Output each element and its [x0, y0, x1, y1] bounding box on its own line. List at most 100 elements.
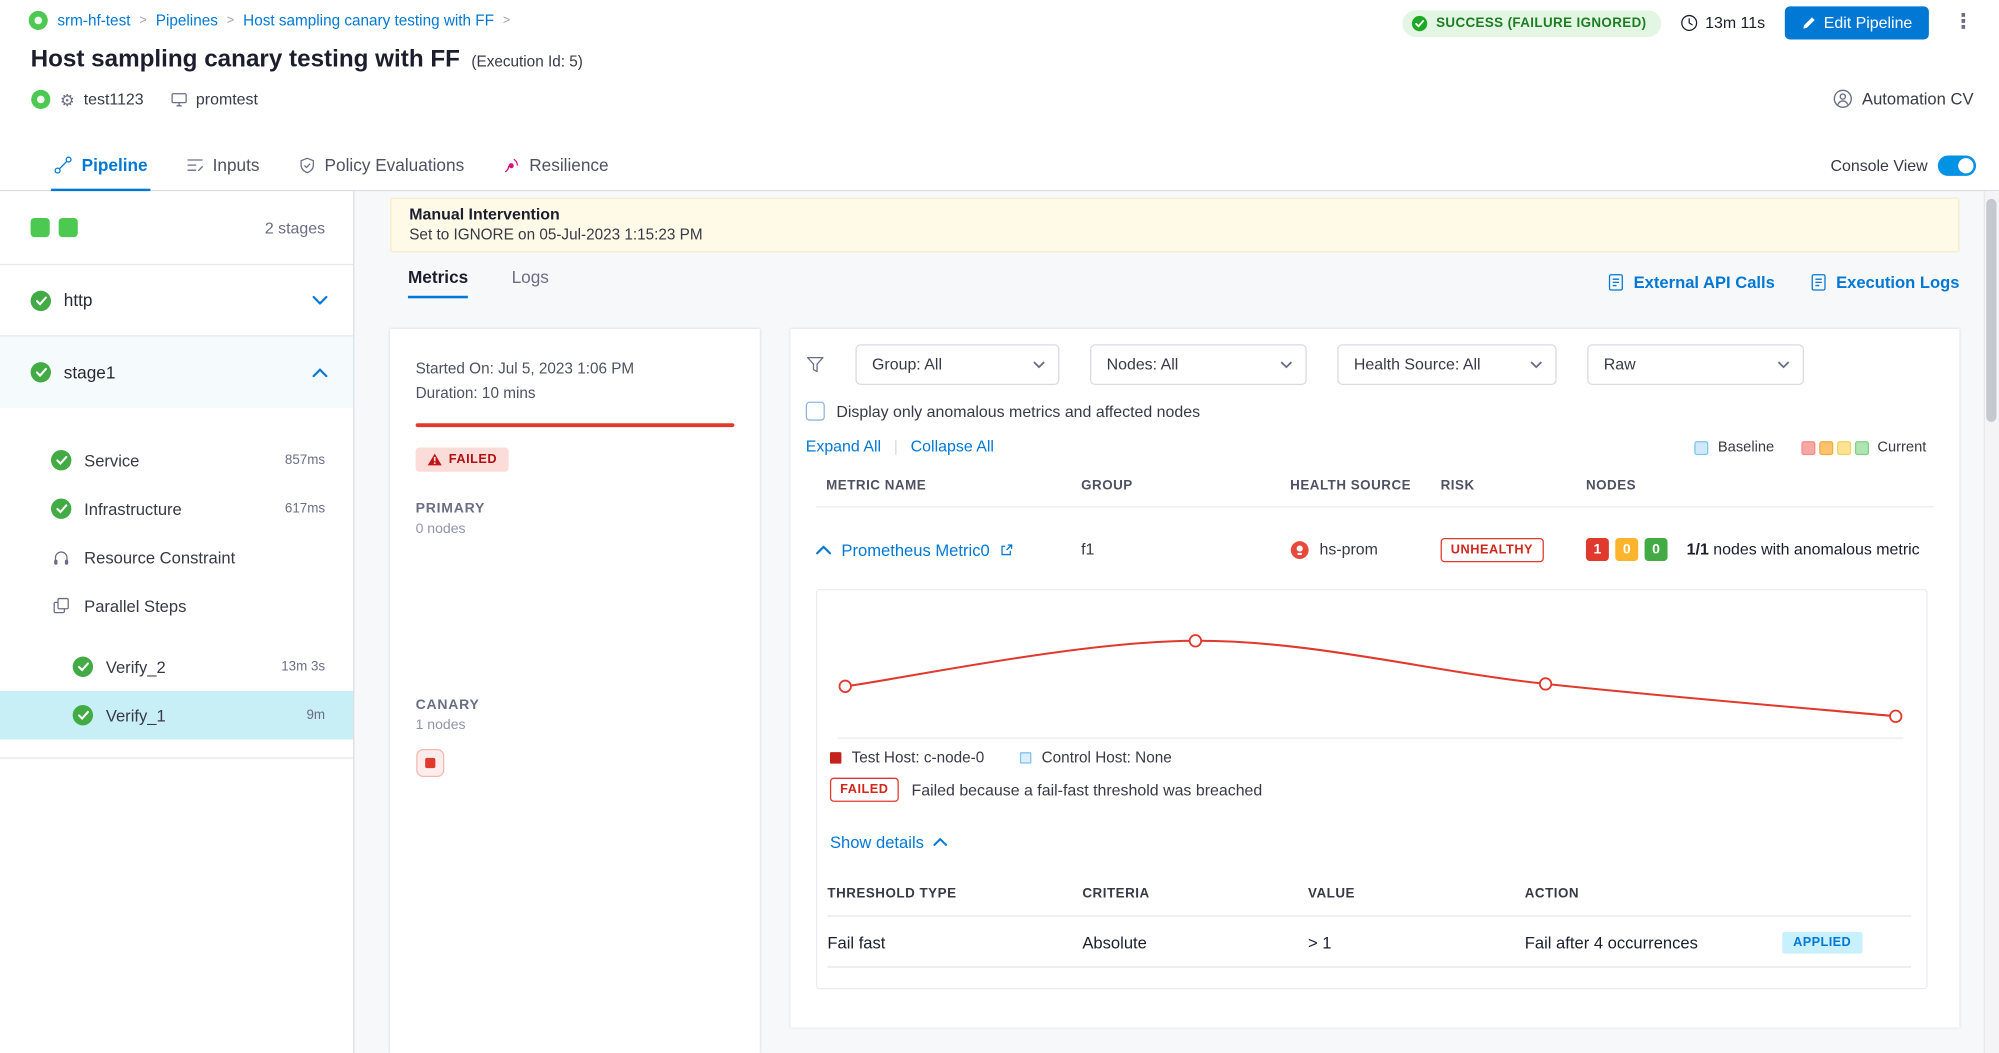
- stage-status-square-icon: [59, 218, 78, 237]
- failed-badge: FAILED: [830, 778, 899, 802]
- filter-funnel-icon[interactable]: [806, 356, 825, 374]
- title-row: Host sampling canary testing with FF (Ex…: [31, 46, 583, 74]
- edit-pipeline-button[interactable]: Edit Pipeline: [1784, 6, 1929, 39]
- control-host-legend: Control Host: None: [1020, 748, 1172, 766]
- step-label: Resource Constraint: [84, 548, 235, 567]
- scrollbar-thumb[interactable]: [1986, 199, 1996, 422]
- collapse-metric-chevron-icon[interactable]: [816, 545, 831, 554]
- verification-result-row: FAILED Failed because a fail-fast thresh…: [830, 778, 1262, 802]
- group-filter-dropdown[interactable]: Group: All: [855, 344, 1059, 385]
- metric-group: f1: [1081, 541, 1290, 559]
- primary-label: PRIMARY: [416, 501, 735, 516]
- test-host-label: Test Host: c-node-0: [852, 748, 985, 766]
- step-label: Verify_1: [106, 706, 166, 725]
- step-verify-1[interactable]: Verify_1 9m: [0, 691, 353, 739]
- current-swatch-green: [1854, 440, 1868, 454]
- external-api-calls-label: External API Calls: [1634, 273, 1775, 292]
- anomalous-only-label: Display only anomalous metrics and affec…: [836, 402, 1200, 420]
- started-on: Started On: Jul 5, 2023 1:06 PM: [416, 357, 735, 381]
- value-value: > 1: [1308, 933, 1525, 952]
- breadcrumb-separator: >: [227, 13, 234, 27]
- banner-message: Set to IGNORE on 05-Jul-2023 1:15:23 PM: [409, 226, 1940, 244]
- gear-icon: ⚙: [60, 91, 75, 108]
- console-view-label: Console View: [1830, 156, 1927, 174]
- banner-title: Manual Intervention: [409, 205, 1940, 223]
- nodes-filter-dropdown[interactable]: Nodes: All: [1090, 344, 1307, 385]
- more-options-menu[interactable]: ⋮: [1948, 13, 1979, 33]
- sidebar-stage-stage1[interactable]: stage1: [0, 337, 353, 408]
- step-infrastructure[interactable]: Infrastructure 617ms: [0, 484, 353, 532]
- applied-badge: APPLIED: [1782, 932, 1863, 954]
- step-resource-constraint[interactable]: Resource Constraint: [0, 533, 353, 581]
- current-swatch-orange: [1819, 440, 1833, 454]
- tab-logs[interactable]: Logs: [512, 268, 549, 299]
- healthy-node-count-chip: 0: [1645, 538, 1668, 561]
- verification-tabs: Metrics Logs: [408, 268, 549, 299]
- canary-node-icon[interactable]: [416, 748, 735, 777]
- console-view-toggle[interactable]: [1938, 155, 1976, 175]
- console-view-control: Console View: [1830, 140, 1999, 190]
- details-table-header: THRESHOLD TYPE CRITERIA VALUE ACTION: [827, 886, 1911, 917]
- pencil-icon: [1801, 15, 1816, 30]
- harness-module-icon: [28, 10, 48, 30]
- health-source-filter-value: Health Source: All: [1354, 356, 1481, 374]
- current-swatches: [1801, 440, 1869, 454]
- artifact-name: promtest: [196, 91, 258, 109]
- health-source-filter-dropdown[interactable]: Health Source: All: [1337, 344, 1556, 385]
- step-list: Service 857ms Infrastructure 617ms Resou…: [0, 408, 353, 759]
- breadcrumb-separator: >: [139, 13, 146, 27]
- sidebar-stage-http[interactable]: http: [0, 265, 353, 336]
- chevron-up-icon: [312, 368, 327, 377]
- breadcrumb-project-link[interactable]: srm-hf-test: [57, 11, 130, 29]
- duration: Duration: 10 mins: [416, 381, 735, 405]
- tab-pipeline[interactable]: Pipeline: [51, 140, 150, 190]
- tab-pipeline-label: Pipeline: [82, 156, 148, 175]
- step-parallel-steps[interactable]: Parallel Steps: [0, 581, 353, 629]
- col-threshold-type: THRESHOLD TYPE: [827, 886, 1082, 901]
- show-details-link[interactable]: Show details: [830, 832, 947, 851]
- metric-details-box: Test Host: c-node-0 Control Host: None F…: [816, 589, 1928, 989]
- tab-inputs[interactable]: Inputs: [183, 140, 262, 190]
- primary-node-count: 0 nodes: [416, 521, 735, 536]
- success-check-icon: [73, 657, 93, 677]
- success-check-icon: [73, 705, 93, 725]
- tab-resilience[interactable]: Resilience: [500, 140, 611, 190]
- step-service[interactable]: Service 857ms: [0, 436, 353, 484]
- col-nodes: NODES: [1586, 478, 1934, 493]
- triggered-by-user: Automation CV: [1833, 89, 1974, 108]
- tab-metrics[interactable]: Metrics: [408, 268, 468, 299]
- collapse-all-link[interactable]: Collapse All: [911, 437, 994, 455]
- expand-all-link[interactable]: Expand All: [806, 437, 881, 455]
- page-title: Host sampling canary testing with FF: [31, 46, 460, 74]
- tab-policy-evaluations[interactable]: Policy Evaluations: [295, 140, 467, 190]
- metric-name-link[interactable]: Prometheus Metric0: [841, 540, 989, 559]
- risk-badge: UNHEALTHY: [1441, 537, 1544, 561]
- breadcrumb-separator: >: [503, 13, 510, 27]
- col-group: GROUP: [1081, 478, 1290, 493]
- step-verify-2[interactable]: Verify_2 13m 3s: [0, 643, 353, 691]
- resilience-icon: [502, 156, 520, 174]
- inputs-icon: [186, 157, 204, 174]
- test-host-legend: Test Host: c-node-0: [830, 748, 984, 766]
- expand-collapse-row: Expand All | Collapse All: [806, 437, 994, 455]
- breadcrumb-pipeline-link[interactable]: Host sampling canary testing with FF: [243, 11, 494, 29]
- threshold-type-value: Fail fast: [827, 933, 1082, 952]
- artifact-group: promtest: [170, 91, 258, 109]
- external-api-calls-link[interactable]: External API Calls: [1608, 273, 1775, 292]
- anomalous-only-checkbox[interactable]: [806, 402, 825, 421]
- step-duration: 9m: [306, 708, 325, 723]
- breadcrumb-pipelines-link[interactable]: Pipelines: [156, 11, 218, 29]
- stage-status-square-icon: [31, 218, 50, 237]
- elapsed-time-label: 13m 11s: [1705, 14, 1765, 32]
- execution-logs-link[interactable]: Execution Logs: [1811, 273, 1960, 292]
- tab-inputs-label: Inputs: [213, 156, 260, 175]
- stage-summary-row: 2 stages: [0, 191, 353, 265]
- external-link-icon[interactable]: [1000, 542, 1014, 556]
- view-mode-dropdown[interactable]: Raw: [1587, 344, 1804, 385]
- chevron-down-icon: [1280, 361, 1293, 369]
- step-label: Service: [84, 451, 139, 470]
- failure-reason: Failed because a fail-fast threshold was…: [911, 781, 1262, 799]
- group-filter-value: Group: All: [872, 356, 942, 374]
- chevron-down-icon: [1530, 361, 1543, 369]
- control-host-label: Control Host: None: [1042, 748, 1172, 766]
